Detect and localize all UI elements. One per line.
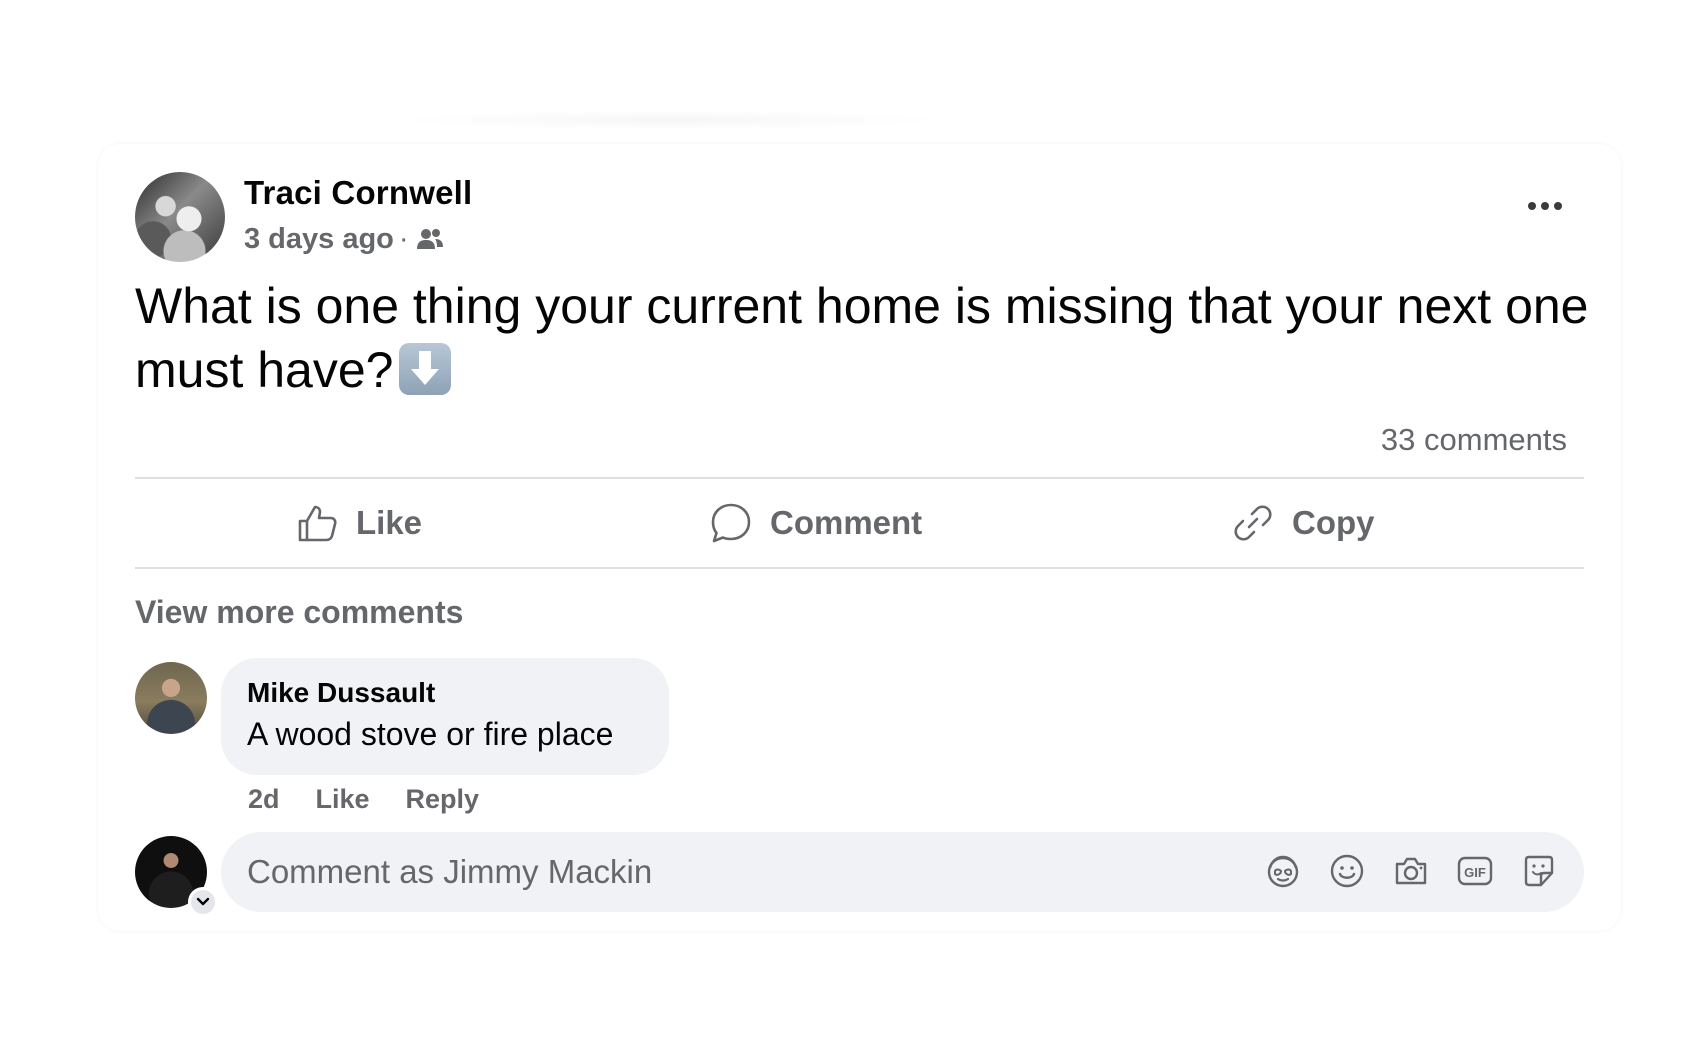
post-meta: 3 days ago · [244, 223, 445, 256]
account-switcher-button[interactable] [188, 887, 218, 917]
thumbs-up-icon [298, 505, 337, 542]
stage: Traci Cornwell 3 days ago · What is one … [0, 0, 1684, 1060]
author-avatar[interactable] [135, 172, 225, 262]
link-icon [1234, 505, 1272, 541]
more-options-icon [1528, 202, 1536, 210]
comment-input-placeholder: Comment as Jimmy Mackin [247, 853, 653, 890]
copy-label: Copy [1292, 504, 1375, 541]
comment-bubble-icon [711, 503, 751, 543]
background-shadow [390, 110, 950, 130]
more-options-icon-dot [1554, 202, 1562, 210]
post-card: Traci Cornwell 3 days ago · What is one … [98, 144, 1621, 931]
gif-icon[interactable]: GIF [1456, 852, 1494, 890]
sticker-icon[interactable] [1520, 852, 1558, 890]
like-label: Like [356, 504, 423, 541]
chevron-down-icon [196, 897, 210, 906]
comment-button[interactable]: Comment [710, 484, 922, 562]
post-text-content: What is one thing your current home is m… [135, 278, 1589, 398]
view-more-comments-link[interactable]: View more comments [135, 594, 463, 631]
avatar-sticker-icon[interactable] [1264, 852, 1302, 890]
camera-icon[interactable] [1392, 852, 1430, 890]
comment-reply-button[interactable]: Reply [406, 784, 480, 815]
post-text: What is one thing your current home is m… [135, 274, 1595, 402]
divider [135, 477, 1584, 479]
like-button[interactable]: Like [296, 484, 422, 562]
comment-label: Comment [770, 504, 923, 541]
comment-input[interactable]: Comment as Jimmy Mackin GIF [221, 832, 1584, 912]
author-name[interactable]: Traci Cornwell [244, 174, 472, 212]
composer-icons: GIF [1264, 852, 1558, 890]
down-arrow-emoji-icon [399, 343, 452, 395]
comment-bubble: Mike Dussault A wood stove or fire place [221, 658, 669, 775]
svg-text:GIF: GIF [1464, 865, 1486, 880]
group-icon [416, 228, 443, 249]
post-timestamp[interactable]: 3 days ago [244, 223, 394, 256]
comment-author[interactable]: Mike Dussault [247, 677, 435, 709]
more-options-icon-dot [1541, 202, 1549, 210]
comment-actions: 2d Like Reply [248, 784, 479, 815]
divider [135, 567, 1584, 569]
more-options-button[interactable] [1518, 188, 1572, 224]
copy-link-button[interactable]: Copy [1232, 484, 1375, 562]
comment-timestamp[interactable]: 2d [248, 784, 280, 815]
comment-count[interactable]: 33 comments [1381, 422, 1567, 458]
meta-separator: · [398, 223, 409, 255]
commenter-avatar[interactable] [135, 662, 207, 734]
comment-like-button[interactable]: Like [316, 784, 370, 815]
comment-text: A wood stove or fire place [247, 716, 614, 752]
emoji-icon[interactable] [1328, 852, 1366, 890]
